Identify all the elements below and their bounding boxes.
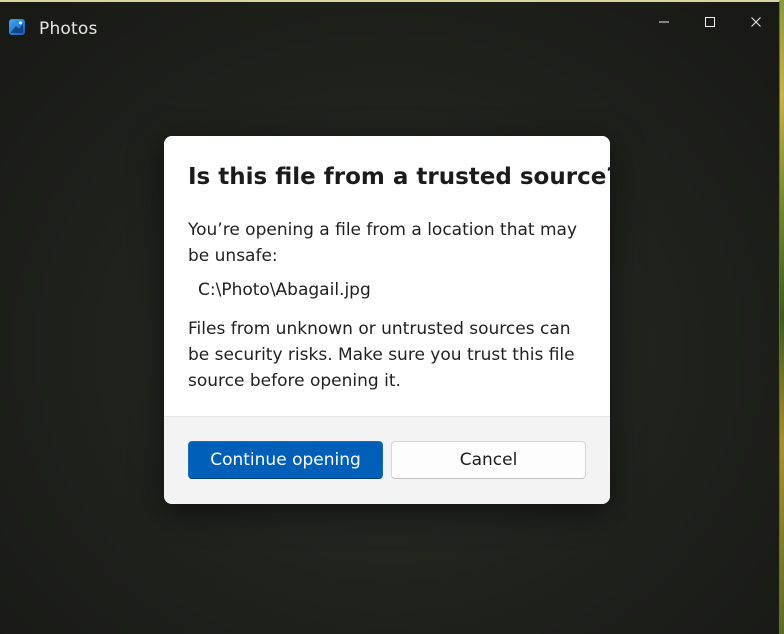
maximize-button[interactable] xyxy=(687,8,733,36)
title-bar[interactable]: Photos xyxy=(0,2,779,48)
dialog-message-warning: Files from unknown or untrusted sources … xyxy=(188,319,575,391)
app-title: Photos xyxy=(39,19,98,39)
dialog-footer: Continue opening Cancel xyxy=(164,416,610,504)
dialog-body: Is this file from a trusted source? You’… xyxy=(164,136,610,416)
close-icon xyxy=(750,13,762,32)
photos-app-icon xyxy=(8,18,26,36)
photos-window: Photos Is this file from a trusted sourc… xyxy=(0,0,780,634)
minimize-icon xyxy=(658,13,670,32)
minimize-button[interactable] xyxy=(641,8,687,36)
trusted-source-dialog: Is this file from a trusted source? You’… xyxy=(164,136,610,504)
desktop-background xyxy=(780,0,784,634)
maximize-icon xyxy=(704,13,716,32)
dialog-title: Is this file from a trusted source? xyxy=(188,164,610,190)
file-path: C:\Photo\Abagail.jpg xyxy=(198,280,371,300)
continue-opening-button[interactable]: Continue opening xyxy=(188,441,383,479)
cancel-button[interactable]: Cancel xyxy=(391,441,586,479)
close-button[interactable] xyxy=(733,8,779,36)
dialog-message-location: You’re opening a file from a location th… xyxy=(188,220,578,266)
